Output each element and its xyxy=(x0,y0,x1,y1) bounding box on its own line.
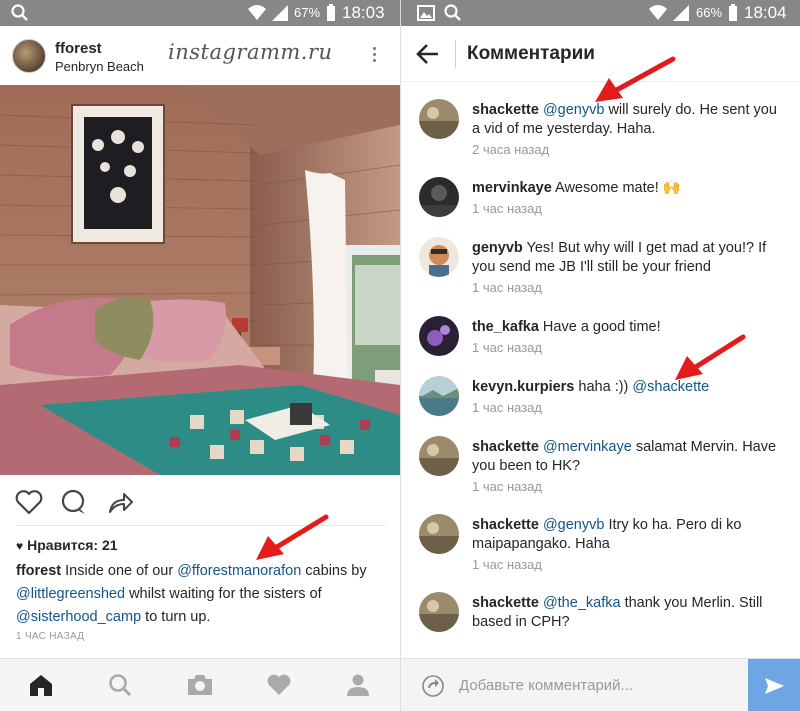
status-bar: 66% 18:04 xyxy=(401,0,800,26)
avatar[interactable] xyxy=(419,514,459,554)
wifi-icon xyxy=(647,3,669,28)
post-header: fforest Penbryn Beach instagramm.ru xyxy=(0,26,400,84)
home-icon[interactable] xyxy=(28,673,54,702)
signal-icon xyxy=(671,3,691,28)
avatar[interactable] xyxy=(419,99,459,139)
divider xyxy=(16,525,386,526)
battery-percent: 66% xyxy=(696,5,723,20)
post-username[interactable]: fforest xyxy=(55,40,102,57)
comment-timestamp: 1 час назад xyxy=(472,280,542,295)
post-location[interactable]: Penbryn Beach xyxy=(55,59,144,74)
post-actions xyxy=(0,480,400,522)
post-photo[interactable] xyxy=(0,85,400,475)
clock: 18:04 xyxy=(744,3,787,22)
send-icon xyxy=(765,678,784,694)
mention-link[interactable]: @fforestmanorafon xyxy=(177,563,301,579)
likes-count[interactable]: ♥ Нравится: 21 xyxy=(16,537,118,553)
comment-username[interactable]: shackette xyxy=(472,595,539,611)
comment-text: the_kafka Have a good time! xyxy=(472,318,788,337)
avatar[interactable] xyxy=(419,177,459,217)
comment-input[interactable] xyxy=(459,671,741,699)
search-icon xyxy=(443,3,463,28)
comment-timestamp: 1 час назад xyxy=(472,340,542,355)
mention-link[interactable]: @littlegreenshed xyxy=(16,586,125,602)
battery-icon xyxy=(727,3,739,28)
caption-text: cabins by xyxy=(301,563,367,579)
avatar[interactable] xyxy=(419,237,459,277)
comment-username[interactable]: mervinkaye xyxy=(472,180,552,196)
signal-icon xyxy=(270,3,290,28)
avatar[interactable] xyxy=(12,39,46,73)
comments-header: Комментарии xyxy=(401,26,800,82)
clock: 18:03 xyxy=(342,3,385,22)
watermark: instagramm.ru xyxy=(168,40,333,64)
comment-text: shackette @mervinkaye salamat Mervin. Ha… xyxy=(472,438,788,476)
comment-icon[interactable] xyxy=(60,488,88,521)
comment-timestamp: 1 час назад xyxy=(472,400,542,415)
caption-text: Inside one of our xyxy=(61,563,178,579)
status-bar: 67% 18:03 xyxy=(0,0,400,26)
comment-timestamp: 1 час назад xyxy=(472,479,542,494)
more-options-icon[interactable] xyxy=(366,44,382,70)
comments-screen: 66% 18:04 Комментарии shackette @genyvb … xyxy=(400,0,800,711)
comment-text: genyvb Yes! But why will I get mad at yo… xyxy=(472,239,788,277)
mention-link[interactable]: @mervinkaye xyxy=(543,439,632,455)
comment-text: shackette @genyvb Itry ko ha. Pero di ko… xyxy=(472,516,788,554)
comment-text: shackette @genyvb will surely do. He sen… xyxy=(472,101,788,139)
comment-username[interactable]: genyvb xyxy=(472,240,523,256)
comment-text: kevyn.kurpiers haha :)) @shackette xyxy=(472,378,788,397)
comment-username[interactable]: the_kafka xyxy=(472,319,539,335)
comment-body: Awesome mate! 🙌 xyxy=(551,180,681,196)
mention-link[interactable]: @sisterhood_camp xyxy=(16,609,141,625)
comment-timestamp: 1 час назад xyxy=(472,557,542,572)
share-icon[interactable] xyxy=(106,488,134,521)
back-arrow-icon[interactable] xyxy=(415,42,441,71)
search-icon[interactable] xyxy=(107,673,133,702)
profile-icon[interactable] xyxy=(345,673,371,702)
heart-icon[interactable] xyxy=(266,673,292,702)
battery-icon xyxy=(325,3,337,28)
like-heart-icon[interactable] xyxy=(14,488,44,521)
search-icon xyxy=(10,3,30,28)
mention-link[interactable]: @shackette xyxy=(632,379,709,395)
bottom-nav xyxy=(0,658,400,711)
annotation-arrow xyxy=(675,334,746,380)
avatar[interactable] xyxy=(419,376,459,416)
mention-link[interactable]: @genyvb xyxy=(543,517,604,533)
comment-body: haha :)) xyxy=(574,379,633,395)
send-button[interactable] xyxy=(748,659,800,711)
comment-input-bar xyxy=(401,658,800,711)
comment-username[interactable]: shackette xyxy=(472,439,539,455)
comment-username[interactable]: kevyn.kurpiers xyxy=(472,379,574,395)
comment-timestamp: 1 час назад xyxy=(472,201,542,216)
caption-text: whilst waiting for the sisters of xyxy=(125,586,322,602)
avatar[interactable] xyxy=(419,436,459,476)
mention-link[interactable]: @the_kafka xyxy=(543,595,621,611)
comment-body: Have a good time! xyxy=(538,319,661,335)
caption-text: to turn up. xyxy=(141,609,211,625)
avatar[interactable] xyxy=(419,316,459,356)
avatar[interactable] xyxy=(419,592,459,632)
post-screen: 67% 18:03 fforest Penbryn Beach instagra… xyxy=(0,0,400,711)
camera-icon[interactable] xyxy=(186,673,214,702)
wifi-icon xyxy=(246,3,268,28)
battery-percent: 67% xyxy=(294,5,321,20)
comment-timestamp: 2 часа назад xyxy=(472,142,550,157)
post-caption: fforest Inside one of our @fforestmanora… xyxy=(16,560,388,629)
comment-username[interactable]: shackette xyxy=(472,517,539,533)
comment-username[interactable]: shackette xyxy=(472,102,539,118)
divider xyxy=(455,40,456,68)
comment-text: mervinkaye Awesome mate! 🙌 xyxy=(472,179,788,198)
mention-link[interactable]: @genyvb xyxy=(543,102,604,118)
post-timestamp: 1 ЧАС НАЗАД xyxy=(16,631,85,642)
page-title: Комментарии xyxy=(467,43,595,64)
gallery-icon xyxy=(417,3,435,28)
caption-username[interactable]: fforest xyxy=(16,563,61,579)
comment-text: shackette @the_kafka thank you Merlin. S… xyxy=(472,594,788,632)
refresh-icon[interactable] xyxy=(421,674,445,703)
